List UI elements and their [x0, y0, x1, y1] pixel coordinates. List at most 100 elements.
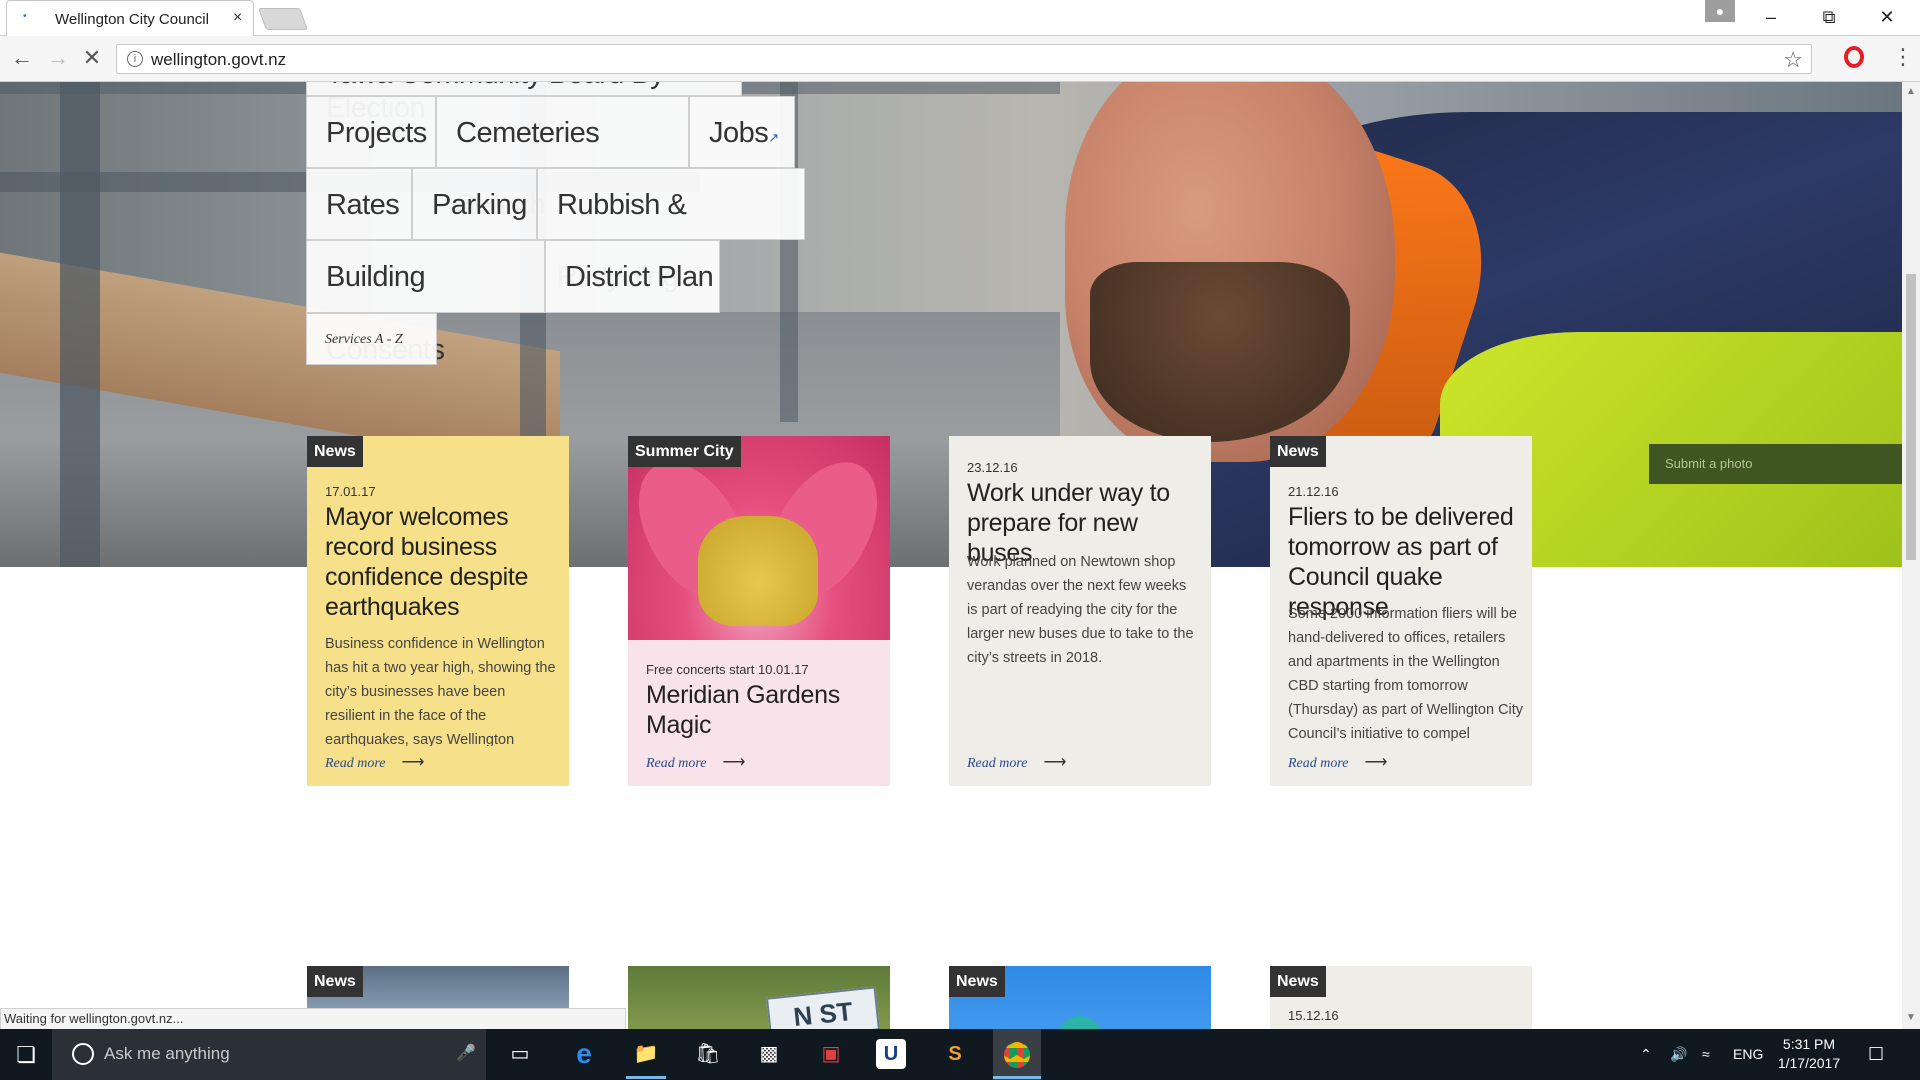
- language-indicator[interactable]: ENG: [1733, 1029, 1763, 1080]
- page-scrollbar[interactable]: ▲ ▼: [1902, 82, 1920, 1029]
- quick-link-projects[interactable]: Projects: [306, 96, 436, 168]
- minimize-button[interactable]: –: [1748, 4, 1794, 30]
- windows-start-icon[interactable]: ❏: [0, 1029, 52, 1080]
- card-date: 15.12.16: [1288, 1008, 1339, 1023]
- arrow-right-icon: ⟶: [722, 754, 746, 771]
- edge-icon[interactable]: e: [567, 1037, 601, 1071]
- new-tab-button[interactable]: [257, 8, 309, 30]
- browser-tabbar: • Wellington City Council × ● – ⧉ ✕: [0, 0, 1920, 36]
- card-tag[interactable]: News: [1270, 436, 1326, 467]
- chevron-up-icon[interactable]: ⌃: [1640, 1029, 1652, 1080]
- clock-time: 5:31 PM: [1782, 1036, 1836, 1052]
- sublime-icon[interactable]: S: [938, 1037, 972, 1071]
- u-app-icon[interactable]: U: [876, 1039, 906, 1069]
- close-window-button[interactable]: ✕: [1864, 4, 1910, 30]
- microphone-icon[interactable]: 🎤: [456, 1043, 476, 1063]
- cortana-icon: [72, 1043, 94, 1065]
- task-view-icon[interactable]: ▭: [503, 1037, 537, 1071]
- quick-link-rates[interactable]: Rates: [306, 168, 412, 240]
- chrome-icon[interactable]: [993, 1029, 1041, 1080]
- browser-toolbar: ← → ✕ i wellington.govt.nz ☆ ⋮: [0, 36, 1920, 82]
- card-tag[interactable]: Summer City: [628, 436, 741, 467]
- card-tag[interactable]: News: [1270, 966, 1326, 997]
- submit-photo-button[interactable]: Submit a photo: [1649, 444, 1902, 484]
- forward-arrow-icon[interactable]: →: [46, 46, 70, 70]
- active-indicator: [993, 1076, 1041, 1079]
- arrow-right-icon: ⟶: [1364, 754, 1388, 771]
- app-icon[interactable]: ▣: [814, 1037, 848, 1071]
- card-body: Work planned on Newtown shop verandas ov…: [967, 554, 1194, 666]
- quick-link-parking[interactable]: Parking: [412, 168, 537, 240]
- card-date: 23.12.16: [967, 460, 1018, 475]
- menu-icon[interactable]: ⋮: [1892, 44, 1914, 70]
- wifi-icon[interactable]: ≈: [1702, 1029, 1710, 1080]
- arrow-right-icon: ⟶: [1043, 754, 1067, 771]
- file-explorer-icon[interactable]: 📁: [629, 1037, 663, 1071]
- card-tag[interactable]: News: [307, 436, 363, 467]
- quick-link-by-election[interactable]: Tawa Community Board By-Election: [306, 82, 742, 124]
- read-more-link[interactable]: Read more ⟶: [325, 752, 424, 772]
- restore-button[interactable]: ⧉: [1806, 4, 1852, 30]
- cortana-search-box[interactable]: Ask me anything 🎤: [52, 1029, 486, 1080]
- opera-icon[interactable]: [1844, 46, 1864, 68]
- windows-taskbar: ❏ Ask me anything 🎤 ▭ e 📁 🛍 ▩ ▣ U S ⌃ 🔊 …: [0, 1029, 1920, 1080]
- summer-city-card[interactable]: Summer City Free concerts start 10.01.17…: [628, 436, 890, 786]
- card-date: 21.12.16: [1288, 484, 1339, 499]
- profile-icon[interactable]: ●: [1705, 0, 1735, 22]
- quick-link-jobs-label: Jobs: [709, 117, 769, 149]
- card-date: Free concerts start 10.01.17: [646, 662, 809, 677]
- star-icon[interactable]: ☆: [1783, 47, 1803, 73]
- stop-loading-icon[interactable]: ✕: [80, 46, 104, 70]
- tab-close-icon[interactable]: ×: [233, 9, 242, 27]
- tab-title: Wellington City Council: [55, 11, 209, 28]
- back-arrow-icon[interactable]: ←: [10, 46, 34, 70]
- card-title[interactable]: Mayor welcomes record business confidenc…: [325, 502, 555, 622]
- read-more-link[interactable]: Read more ⟶: [967, 752, 1066, 772]
- quick-link-services-a-z[interactable]: Services A - Z: [306, 313, 437, 365]
- news-card-fliers[interactable]: News 21.12.16 Fliers to be delivered tom…: [1270, 436, 1532, 786]
- url-text[interactable]: wellington.govt.nz: [151, 50, 286, 70]
- quick-link-rubbish-recycling[interactable]: Rubbish & Recycling: [537, 168, 805, 293]
- scroll-down-icon[interactable]: ▼: [1906, 1012, 1916, 1023]
- tab-wellington[interactable]: • Wellington City Council ×: [6, 0, 254, 36]
- terminal-icon[interactable]: ▩: [752, 1037, 786, 1071]
- active-indicator: [626, 1076, 666, 1079]
- card-tag[interactable]: News: [307, 966, 363, 997]
- card-body: Business confidence in Wellington has hi…: [325, 636, 556, 746]
- external-link-icon: ↗: [768, 130, 779, 145]
- read-more-link[interactable]: Read more ⟶: [646, 752, 745, 772]
- card-date: 17.01.17: [325, 484, 376, 499]
- page-viewport: Submit a photo Tawa Community Board By-E…: [0, 82, 1902, 1029]
- quick-link-cemeteries-search[interactable]: Cemeteries Search: [436, 96, 689, 221]
- volume-icon[interactable]: 🔊: [1670, 1029, 1687, 1080]
- read-more-label: Read more: [646, 756, 707, 771]
- clock-date: 1/17/2017: [1777, 1055, 1841, 1071]
- scroll-thumb[interactable]: [1906, 274, 1916, 560]
- status-bubble: Waiting for wellington.govt.nz...: [0, 1008, 626, 1030]
- news-card-bottom-3[interactable]: News: [949, 966, 1211, 1029]
- scroll-up-icon[interactable]: ▲: [1906, 86, 1916, 97]
- street-sign: N ST: [766, 986, 880, 1029]
- quick-link-district-plan[interactable]: District Plan: [545, 240, 720, 313]
- sculpture-shape: [1055, 1016, 1105, 1029]
- info-icon[interactable]: i: [127, 51, 143, 67]
- read-more-label: Read more: [967, 756, 1028, 771]
- card-title[interactable]: Meridian Gardens Magic: [646, 680, 876, 740]
- read-more-link[interactable]: Read more ⟶: [1288, 752, 1387, 772]
- quick-link-jobs[interactable]: Jobs↗: [689, 96, 795, 168]
- store-icon[interactable]: 🛍: [691, 1037, 725, 1071]
- card-tag[interactable]: News: [949, 966, 1005, 997]
- news-card-bottom-2[interactable]: N ST: [628, 966, 890, 1029]
- quick-link-building-consents[interactable]: Building Consents: [306, 240, 545, 366]
- read-more-label: Read more: [325, 756, 386, 771]
- notifications-icon[interactable]: ☐: [1868, 1029, 1884, 1080]
- news-card-buses[interactable]: 23.12.16 Work under way to prepare for n…: [949, 436, 1211, 786]
- news-card-mayor[interactable]: News 17.01.17 Mayor welcomes record busi…: [307, 436, 569, 786]
- news-card-bottom-4[interactable]: News 15.12.16: [1270, 966, 1532, 1029]
- cortana-search-placeholder: Ask me anything: [104, 1044, 230, 1063]
- clock[interactable]: 5:31 PM 1/17/2017: [1764, 1035, 1854, 1073]
- hero-beam: [60, 82, 100, 567]
- arrow-right-icon: ⟶: [401, 754, 425, 771]
- read-more-label: Read more: [1288, 756, 1349, 771]
- address-bar[interactable]: i wellington.govt.nz ☆: [116, 44, 1812, 74]
